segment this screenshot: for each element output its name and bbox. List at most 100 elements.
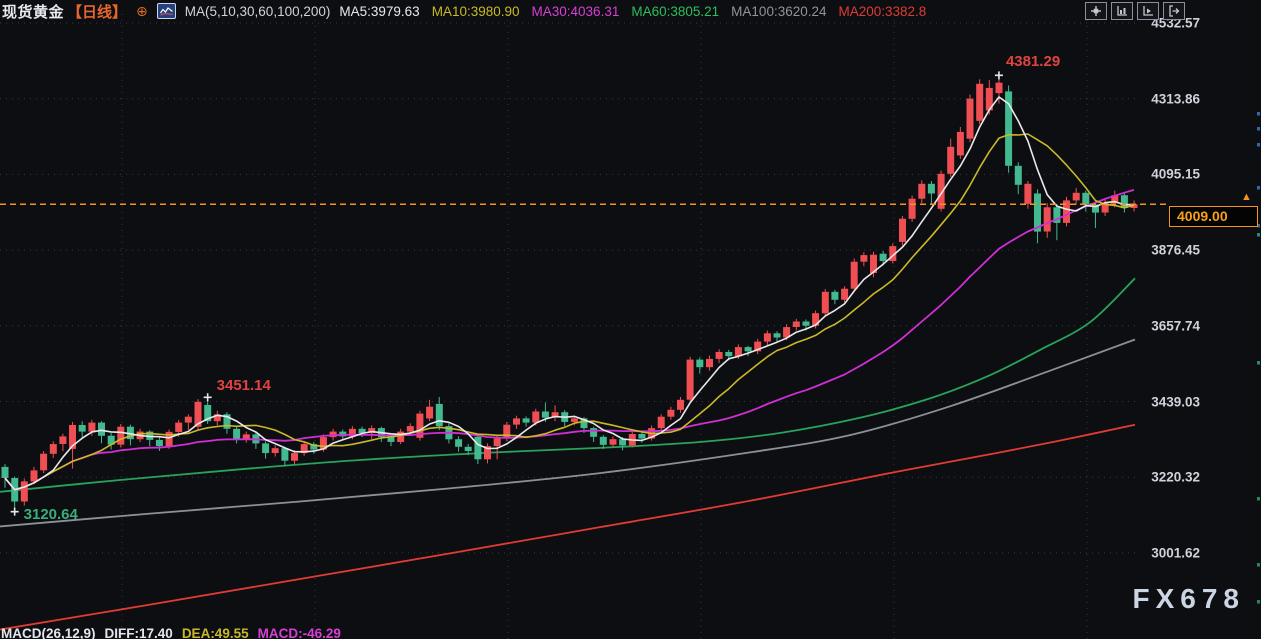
candle-body: [59, 436, 67, 444]
candle-body: [802, 321, 810, 326]
edge-mark: [1257, 143, 1260, 147]
ma-value-label: MA200:3382.8: [838, 3, 927, 19]
price-up-arrow: ▲: [1241, 191, 1252, 204]
right-scale-tool-icon[interactable]: [1137, 2, 1159, 20]
candle-body: [88, 422, 96, 432]
edge-mark: [1257, 233, 1260, 237]
candle-body: [30, 470, 38, 482]
ma-line-ma30: [4, 189, 1135, 491]
candle-body: [763, 333, 771, 342]
candle-body: [696, 359, 704, 368]
edge-mark: [1257, 112, 1260, 116]
candle-body: [812, 313, 820, 326]
candle-body: [40, 453, 48, 471]
candle-body: [117, 426, 125, 445]
candle-body: [744, 347, 752, 352]
axis-tick-label: 3439.03: [1151, 394, 1200, 409]
axis-tick-label: 3876.45: [1151, 242, 1200, 258]
candle-body: [406, 426, 414, 432]
ma-value-label: MA100:3620.24: [731, 3, 827, 19]
candle-body: [397, 431, 405, 442]
candle-body: [773, 333, 781, 338]
candle-body: [927, 183, 935, 194]
candle-body: [281, 448, 289, 461]
candle-body: [976, 83, 984, 121]
macd-diff-value: DIFF:17.40: [104, 626, 173, 639]
chart-toolbar: [1085, 2, 1185, 20]
candle-body: [715, 352, 723, 359]
macd-dea-value: DEA:49.55: [181, 626, 249, 639]
candle-body: [522, 418, 530, 423]
price-annotation: 4381.29: [1005, 53, 1061, 71]
candle-body: [271, 448, 279, 453]
edge-mark: [1257, 563, 1260, 567]
candle-body: [262, 443, 270, 454]
ma-value-label: MA5:3979.63: [339, 3, 420, 19]
current-price-tag: 4009.00: [1169, 206, 1258, 228]
candle-body: [792, 321, 800, 327]
candle-body: [1120, 195, 1128, 208]
ma-settings-label: MA(5,10,30,60,100,200): [184, 3, 331, 19]
axis-tick-label: 3657.74: [1151, 318, 1200, 334]
candle-body: [20, 481, 28, 502]
detach-pane-tool-icon[interactable]: [1163, 2, 1185, 20]
candle-body: [908, 198, 916, 219]
left-scale-tool-icon[interactable]: [1111, 2, 1133, 20]
candle-body: [841, 288, 849, 300]
candle-body: [609, 439, 617, 445]
candle-body: [725, 352, 733, 357]
candle-body: [1014, 165, 1022, 185]
candle-body: [49, 444, 57, 454]
candle-body: [686, 359, 694, 400]
candle-body: [464, 446, 472, 451]
candle-body: [541, 411, 549, 418]
ma-value-label: MA30:4036.31: [531, 3, 620, 19]
candle-body: [98, 422, 105, 436]
extreme-cross-marker: [994, 71, 1003, 80]
candle-body: [455, 439, 463, 447]
candle-body: [850, 261, 858, 289]
candle-body: [233, 428, 241, 440]
chart-type-icon[interactable]: [156, 3, 176, 19]
edge-mark: [1257, 600, 1260, 604]
candle-body: [570, 418, 578, 422]
candle-body: [532, 411, 540, 423]
candle-body: [503, 424, 511, 439]
candle-body: [1082, 192, 1090, 205]
candle-body: [966, 98, 974, 139]
macd-settings-label: MACD(26,12,9): [1, 626, 96, 639]
candle-body: [1024, 183, 1032, 204]
candle-body: [879, 253, 887, 261]
extreme-cross-marker: [203, 393, 212, 402]
current-price-value: 4009.00: [1177, 208, 1228, 225]
candle-body: [435, 403, 443, 427]
chart-header: 现货黄金 【日线】 ⊕ MA(5,10,30,60,100,200) MA5:3…: [2, 0, 1261, 22]
axis-tick-label: 3220.32: [1151, 469, 1200, 485]
edge-mark: [1257, 497, 1260, 501]
candle-body: [1043, 207, 1051, 232]
edge-mark: [1257, 186, 1260, 190]
candle-body: [513, 418, 520, 425]
pan-tool-icon[interactable]: [1085, 2, 1107, 20]
ma-value-label: MA10:3980.90: [431, 3, 520, 19]
macd-value: MACD:-46.29: [257, 626, 341, 639]
candle-body: [831, 291, 839, 300]
candle-body: [821, 291, 829, 314]
candle-body: [599, 436, 607, 445]
ma-line-ma5: [4, 96, 1135, 491]
candle-body: [860, 255, 868, 262]
add-compare-icon[interactable]: ⊕: [136, 4, 148, 18]
candle-body: [995, 82, 1003, 94]
axis-tick-label: 4313.86: [1151, 91, 1200, 107]
candle-body: [184, 416, 192, 423]
candle-body: [1, 466, 9, 478]
candle-body: [1072, 192, 1080, 201]
macd-pane-header: MACD(26,12,9) DIFF:17.40 DEA:49.55 MACD:…: [1, 626, 341, 639]
candlestick-chart[interactable]: [0, 0, 1261, 639]
candle-body: [638, 434, 646, 439]
candle-body: [155, 439, 163, 447]
ma-line-ma200: [0, 423, 1136, 631]
price-annotation: 3451.14: [216, 377, 271, 395]
edge-mark: [1257, 361, 1260, 365]
candle-body: [474, 436, 482, 460]
